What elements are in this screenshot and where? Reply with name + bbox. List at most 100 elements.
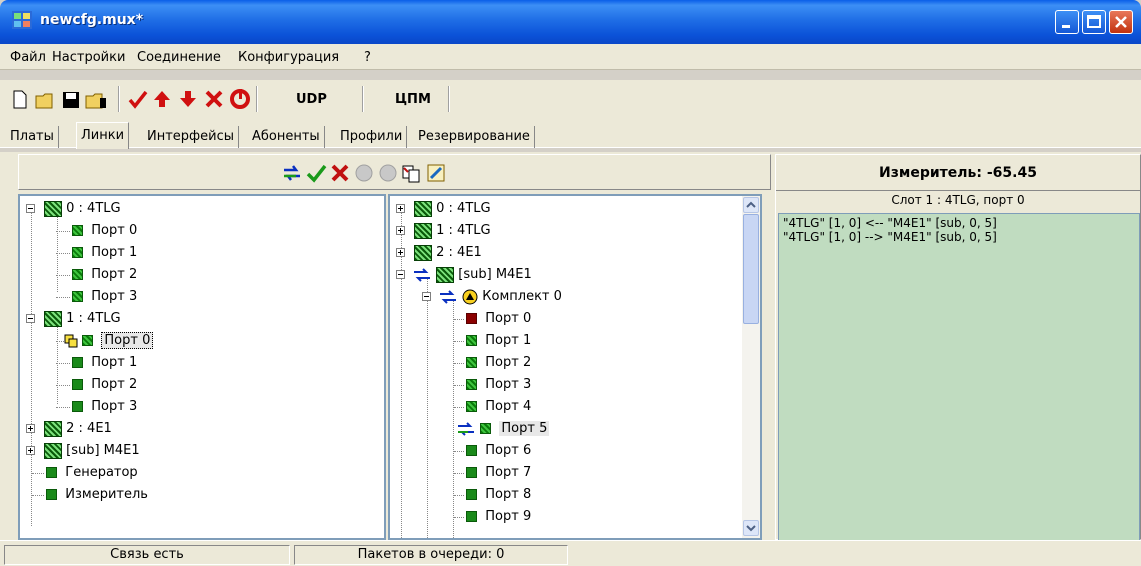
check-icon[interactable]	[126, 86, 150, 112]
menu-settings[interactable]: Настройки	[52, 50, 125, 65]
tree-node-generator[interactable]: Генератор	[26, 462, 138, 484]
tree-node-label: 0 : 4TLG	[436, 201, 491, 216]
minimize-button[interactable]	[1055, 10, 1079, 34]
tree-node-board-1[interactable]: 1 : 4TLG	[26, 308, 121, 330]
scroll-up-button[interactable]	[743, 197, 759, 213]
tree-port[interactable]: Порт 2	[454, 352, 531, 374]
port-icon	[466, 467, 477, 478]
arrow-up-icon[interactable]	[150, 86, 174, 112]
port-label: Порт 6	[485, 443, 532, 458]
tree-node-board-sub[interactable]: [sub] M4E1	[396, 264, 532, 286]
tree-port[interactable]: Порт 2	[56, 374, 137, 396]
menu-configuration[interactable]: Конфигурация	[238, 50, 339, 65]
maximize-button[interactable]	[1082, 10, 1106, 34]
tree-node-board-2[interactable]: 2 : 4E1	[396, 242, 482, 264]
arrow-down-icon[interactable]	[176, 86, 200, 112]
tree-port-linked[interactable]: Порт 5	[454, 418, 550, 440]
meter-title: Измеритель: -65.45	[776, 155, 1140, 191]
tree-port[interactable]: Порт 9	[454, 506, 531, 528]
tab-reservation[interactable]: Резервирование	[414, 126, 535, 148]
window-title: newcfg.mux*	[40, 12, 144, 28]
port-icon	[466, 357, 477, 368]
board-icon	[436, 266, 455, 283]
tree-node-board-sub[interactable]: [sub] M4E1	[26, 440, 140, 462]
tree-port[interactable]: Порт 7	[454, 462, 531, 484]
meter-subtitle: Слот 1 : 4TLG, порт 0	[891, 193, 1025, 207]
tab-profiles[interactable]: Профили	[336, 126, 408, 148]
vertical-scrollbar[interactable]	[742, 196, 760, 538]
delete-icon[interactable]	[202, 86, 226, 112]
tree-node-board-0[interactable]: 0 : 4TLG	[26, 198, 121, 220]
tree-port[interactable]: Порт 0	[454, 308, 531, 330]
tab-interfaces[interactable]: Интерфейсы	[143, 126, 240, 148]
tree-port[interactable]: Порт 3	[454, 374, 531, 396]
apply-check-icon[interactable]	[305, 162, 327, 184]
udp-button[interactable]: UDP	[296, 92, 327, 107]
port-label: Порт 2	[485, 355, 532, 370]
menu-bar: Файл Настройки Соединение Конфигурация ?	[0, 44, 1141, 70]
save-as-icon[interactable]	[84, 86, 110, 112]
tree-port[interactable]: Порт 2	[56, 264, 137, 286]
tab-subscribers[interactable]: Абоненты	[248, 126, 325, 148]
copy-icon[interactable]	[401, 162, 423, 184]
port-icon	[46, 467, 57, 478]
port-icon	[72, 291, 83, 302]
save-icon[interactable]	[60, 86, 82, 112]
tab-boards[interactable]: Платы	[6, 126, 59, 148]
scroll-down-button[interactable]	[743, 520, 759, 536]
tree-port[interactable]: Порт 4	[454, 396, 531, 418]
link-arrows-icon[interactable]	[281, 162, 303, 184]
toolbar-separator	[448, 86, 450, 112]
tree-port[interactable]: Порт 8	[454, 484, 531, 506]
board-icon	[414, 222, 432, 239]
board-icon	[44, 442, 62, 459]
warning-circle-icon	[462, 289, 478, 304]
tree-node-label: Измеритель	[65, 487, 148, 502]
status-bar: Связь есть Пакетов в очереди: 0	[0, 540, 1141, 566]
tree-port[interactable]: Порт 1	[454, 330, 531, 352]
cancel-x-icon[interactable]	[329, 162, 351, 184]
tree-port[interactable]: Порт 3	[56, 396, 138, 418]
port-label: Порт 3	[91, 399, 138, 414]
port-icon	[466, 401, 477, 412]
port-label: Порт 1	[91, 245, 138, 260]
port-label: Порт 5	[499, 421, 550, 436]
port-label: Порт 4	[485, 399, 532, 414]
port-label: Порт 8	[485, 487, 532, 502]
menu-file[interactable]: Файл	[10, 50, 46, 65]
app-icon	[12, 11, 32, 29]
port-label: Порт 9	[485, 509, 532, 524]
menu-help[interactable]: ?	[364, 50, 371, 65]
close-button[interactable]	[1109, 10, 1133, 34]
tree-node-label: 0 : 4TLG	[66, 201, 121, 216]
tree-port[interactable]: Порт 0	[56, 220, 137, 242]
tree-port[interactable]: Порт 6	[454, 440, 531, 462]
disabled-circle-icon	[379, 164, 397, 182]
tree-node-meter[interactable]: Измеритель	[26, 484, 148, 506]
left-tree: 0 : 4TLG Порт 0 Порт 1 Порт 2 Порт 3 1 :…	[18, 194, 386, 540]
tree-port[interactable]: Порт 3	[56, 286, 137, 308]
main-area: 0 : 4TLG Порт 0 Порт 1 Порт 2 Порт 3 1 :…	[0, 152, 1141, 541]
menu-connection[interactable]: Соединение	[137, 50, 221, 65]
tree-port-selected[interactable]: Порт 0	[56, 330, 154, 352]
tree-node-board-2[interactable]: 2 : 4E1	[26, 418, 112, 440]
tree-node-label: 1 : 4TLG	[436, 223, 491, 238]
open-folder-icon[interactable]	[34, 86, 58, 112]
toolbar-separator	[118, 86, 120, 112]
port-icon	[82, 335, 94, 346]
reload-icon[interactable]	[228, 86, 252, 112]
tree-port[interactable]: Порт 1	[56, 352, 137, 374]
tree-node-kit[interactable]: Комплект 0	[422, 286, 562, 308]
port-label: Порт 3	[485, 377, 532, 392]
tab-links[interactable]: Линки	[76, 122, 130, 149]
log-line: "4TLG" [1, 0] --> "M4E1" [sub, 0, 5]	[783, 230, 997, 244]
cpm-button[interactable]: ЦПМ	[395, 92, 431, 107]
tree-node-label: 1 : 4TLG	[66, 311, 121, 326]
scroll-thumb[interactable]	[743, 214, 759, 324]
tree-node-board-1[interactable]: 1 : 4TLG	[396, 220, 491, 242]
edit-icon[interactable]	[425, 162, 447, 184]
link-arrows-icon	[458, 421, 474, 436]
tree-port[interactable]: Порт 1	[56, 242, 138, 264]
new-file-icon[interactable]	[10, 86, 30, 112]
tree-node-board-0[interactable]: 0 : 4TLG	[396, 198, 491, 220]
